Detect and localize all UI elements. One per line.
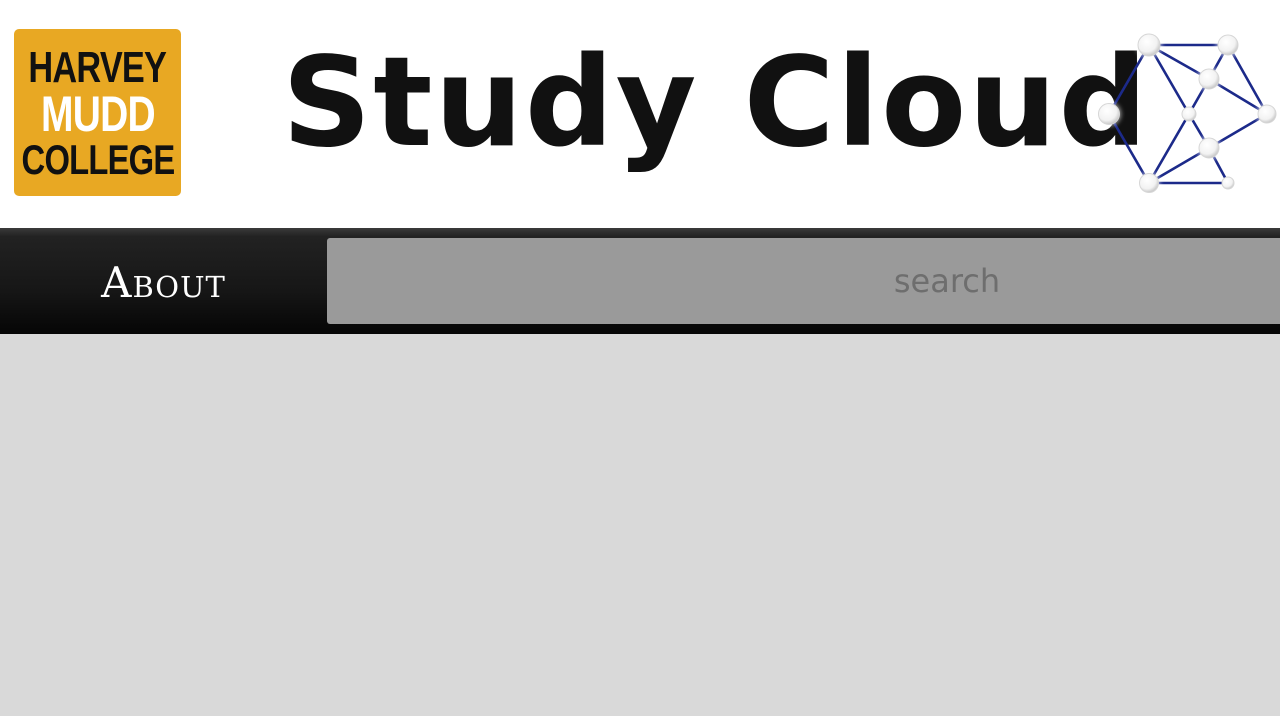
logo-line-college: COLLEGE bbox=[21, 135, 175, 183]
logo-line-harvey: HARVEY bbox=[28, 42, 168, 92]
search-input[interactable] bbox=[327, 238, 1280, 324]
site-title: Study Cloud bbox=[282, 31, 1150, 175]
navbar: About bbox=[0, 228, 1280, 334]
logo-line-mudd: MUDD bbox=[40, 85, 156, 142]
harvey-mudd-college-logo[interactable]: HARVEY MUDD COLLEGE bbox=[14, 29, 181, 196]
header: HARVEY MUDD COLLEGE Study Cloud bbox=[0, 0, 1280, 228]
main-content-area bbox=[0, 334, 1280, 716]
network-graph-icon bbox=[1097, 32, 1278, 194]
nav-about-link[interactable]: About bbox=[0, 228, 327, 334]
